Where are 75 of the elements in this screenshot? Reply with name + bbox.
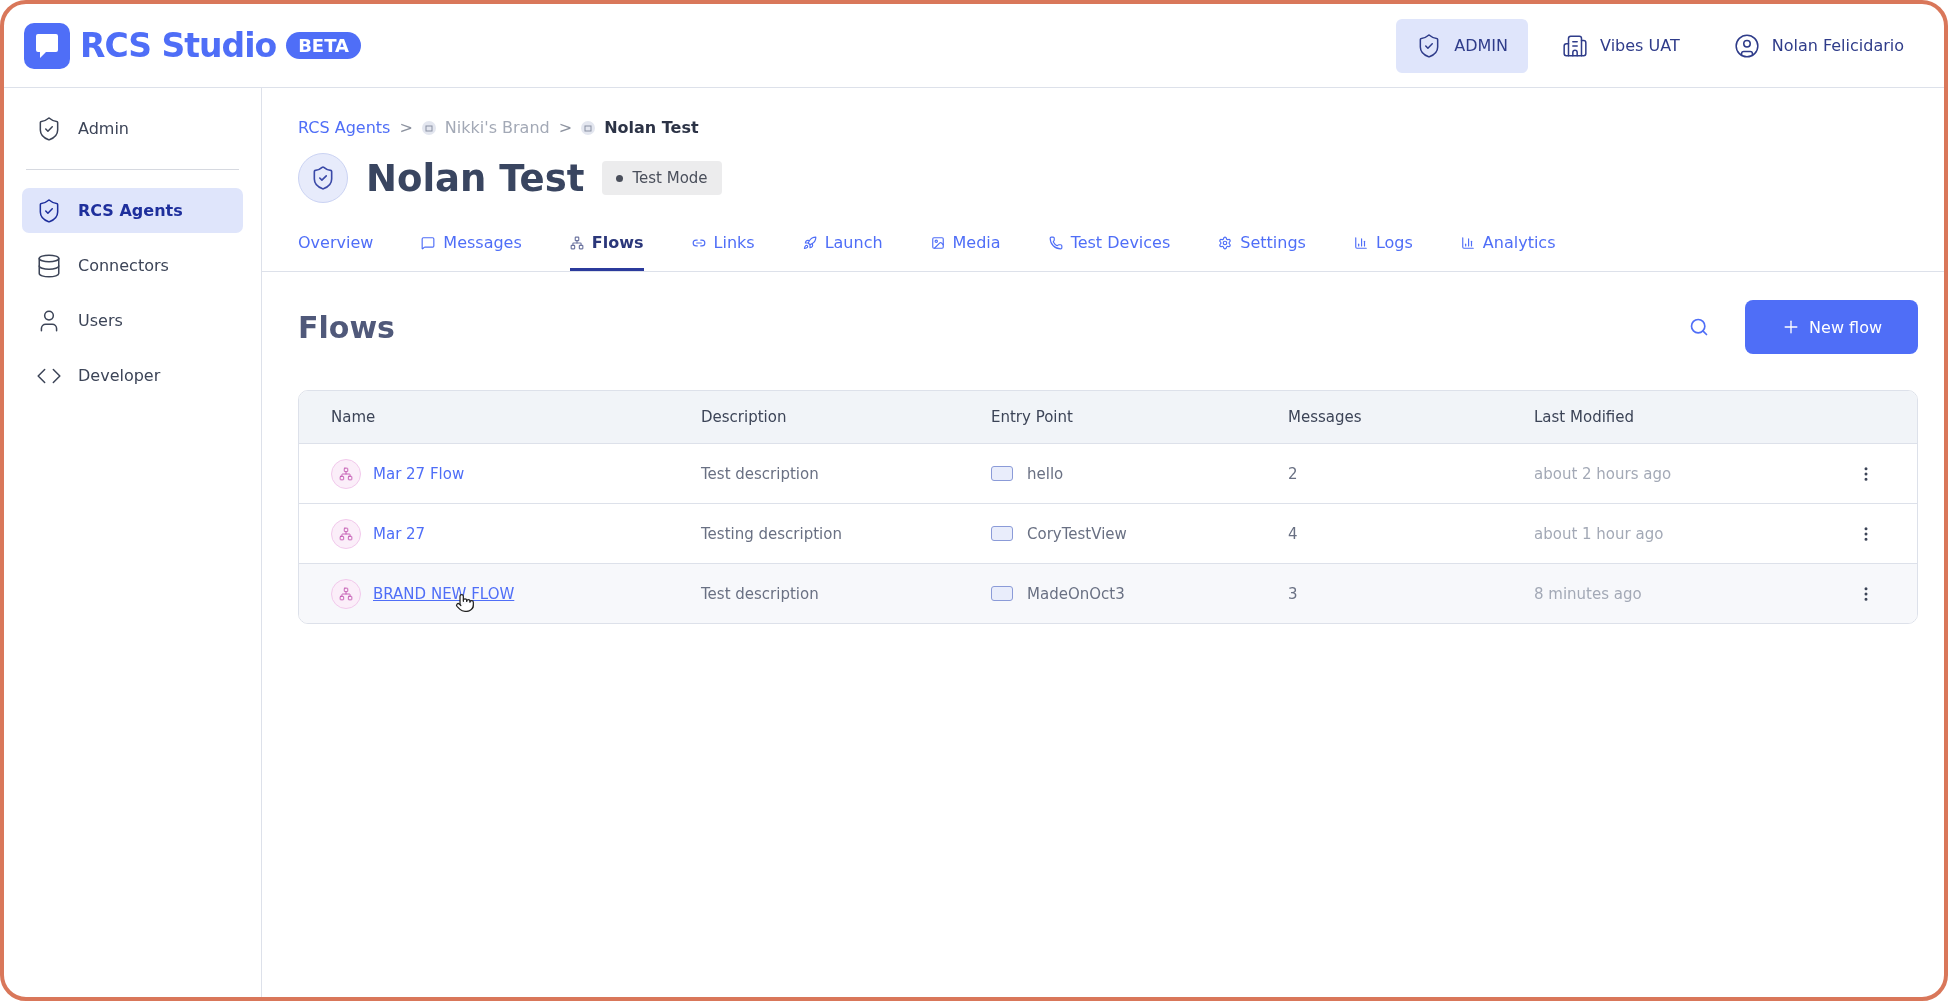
breadcrumb-separator: > [399,118,413,137]
tab[interactable]: Flows [569,221,644,271]
table-cell-text: about 2 hours ago [1534,464,1673,483]
header-button[interactable]: Vibes UAT [1542,18,1700,73]
mode-badge: Test Mode [602,161,722,195]
tab[interactable]: Launch [802,221,883,271]
view-icon [991,526,1013,541]
agent-avatar [298,153,348,203]
tab[interactable]: Media [930,221,1001,271]
badge-icon [581,120,596,135]
header-button[interactable]: Nolan Felicidario [1713,18,1924,73]
tab[interactable]: Links [691,221,755,271]
column-header: Name [331,408,377,426]
sidebar-item[interactable]: Admin [22,106,243,151]
table-cell: hello [1027,464,1064,483]
search-icon [1689,317,1710,337]
breadcrumb-separator: > [558,118,573,137]
tab[interactable]: Logs [1353,221,1413,271]
database-icon [36,252,62,279]
tab[interactable]: Overview [298,221,374,271]
beta-badge: BETA [286,32,361,59]
flow-icon [331,458,361,489]
sidebar-item[interactable]: Users [22,298,243,343]
flow-icon [331,518,361,549]
sidebar-label: Developer [78,366,161,385]
building-icon [1562,32,1589,59]
sidebar-item[interactable]: Developer [22,353,243,398]
sidebar-label: Admin [78,119,129,138]
table-cell-text: about 1 hour ago [1534,524,1665,543]
header-button[interactable]: ADMIN [1396,18,1529,73]
table-cell-text: Test description [701,584,820,603]
flow-icon [569,235,584,250]
new-flow-button[interactable]: New flow [1745,300,1918,354]
view-icon [991,466,1013,481]
sidebar-label: RCS Agents [78,201,183,220]
sidebar-item[interactable]: Connectors [22,243,243,288]
view-icon [991,586,1013,601]
table-cell-text: Testing description [701,524,843,543]
breadcrumb-item[interactable]: RCS Agents [298,118,391,137]
badge-icon [421,120,436,135]
phone-icon [1048,235,1063,250]
rocket-icon [802,235,817,250]
sidebar-label: Users [78,311,123,330]
chat-icon [421,235,436,250]
column-header: Messages [1288,408,1363,426]
section-title: Flows [298,309,395,345]
flow-name-link[interactable]: Mar 27 [373,524,426,543]
logo-icon [24,22,70,69]
bars-icon [1460,235,1475,250]
table-cell-text: 8 minutes ago [1534,584,1643,603]
table-cell-text: Test description [701,464,820,483]
column-header: Entry Point [991,408,1074,426]
tab[interactable]: Settings [1218,221,1306,271]
tab[interactable]: Test Devices [1048,221,1171,271]
breadcrumb-item[interactable]: Nikki's Brand [444,118,550,137]
bars-icon [1353,235,1368,250]
column-header: Description [701,408,788,426]
table-cell: MadeOnOct3 [1027,584,1125,603]
table-cell-text: 2 [1288,464,1299,483]
sidebar-label: Connectors [78,256,169,275]
column-header: Last Modified [1534,408,1636,426]
table-cell-text: 4 [1288,524,1299,543]
breadcrumb-item: Nolan Test [604,118,699,137]
logo-text: RCS Studio [80,26,277,65]
flow-name-link[interactable]: Mar 27 Flow [373,464,465,483]
sidebar-item[interactable]: RCS Agents [22,188,243,233]
user-icon [1733,32,1760,59]
image-icon [930,235,945,250]
table-cell-text: 3 [1288,584,1299,603]
agent-title: Nolan Test [366,156,585,200]
tab[interactable]: Messages [421,221,522,271]
table-cell: CoryTestView [1027,524,1127,543]
tab[interactable]: Analytics [1460,221,1556,271]
gear-icon [1218,235,1233,250]
flow-icon [331,578,361,609]
